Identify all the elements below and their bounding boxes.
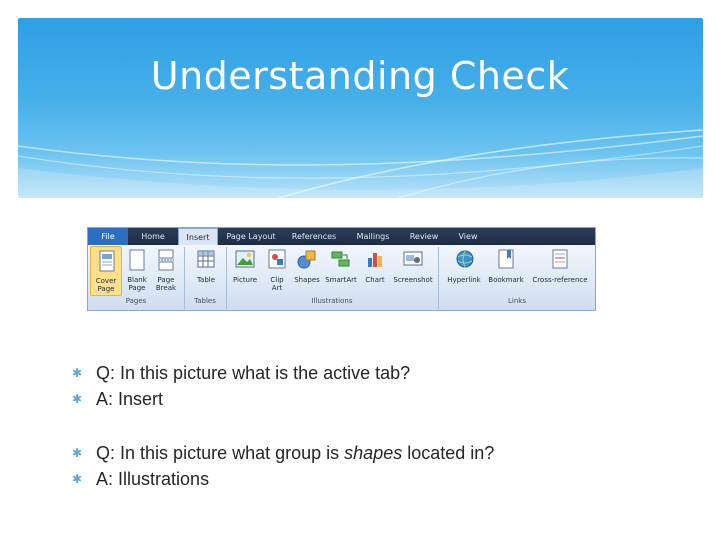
smartart-button[interactable]: SmartArt [322, 246, 360, 296]
smartart-icon [331, 251, 350, 267]
shapes-icon [297, 250, 316, 269]
asterisk-bullet-icon: ✱ [72, 366, 83, 380]
page-break-label-2: Break [155, 284, 177, 292]
answer-label: A: [96, 469, 114, 489]
slide-title: Understanding Check [150, 54, 570, 98]
hyperlink-label: Hyperlink [447, 276, 481, 284]
clip-art-label-1: Clip [270, 276, 284, 284]
cross-reference-button[interactable]: Cross-reference [528, 246, 592, 296]
answer-label: A: [96, 389, 114, 409]
shapes-label: Shapes [294, 276, 320, 284]
group-label-tables: Tables [194, 297, 216, 305]
question-text-start: In this picture what group is [120, 443, 340, 463]
clip-art-button[interactable]: Clip Art [263, 246, 291, 296]
blank-page-icon [129, 249, 145, 271]
page-break-label-1: Page [157, 276, 175, 284]
asterisk-bullet-icon: ✱ [72, 392, 83, 406]
clip-art-icon [268, 249, 286, 269]
screenshot-button[interactable]: Screenshot [390, 246, 436, 296]
chart-icon [368, 253, 382, 267]
chart-button[interactable]: Chart [361, 246, 389, 296]
cover-page-button[interactable]: Cover Page [90, 246, 122, 296]
page-break-button[interactable]: Page Break [152, 246, 180, 296]
page-break-icon [158, 249, 174, 271]
clip-art-label-2: Art [271, 284, 283, 292]
cover-page-label-2: Page [97, 285, 115, 293]
table-icon [197, 250, 215, 268]
title-banner [18, 18, 703, 198]
question-text-end: located in? [407, 443, 495, 463]
question-text: In this picture what is the active tab? [120, 363, 411, 383]
cross-reference-icon [552, 249, 568, 269]
word-ribbon-screenshot: File Home Insert Page Layout References … [87, 227, 596, 311]
cover-page-icon [99, 250, 115, 272]
smartart-label: SmartArt [325, 276, 357, 284]
picture-button[interactable]: Picture [228, 246, 262, 296]
group-label-pages: Pages [125, 297, 147, 305]
hyperlink-button[interactable]: Hyperlink [444, 246, 484, 296]
picture-label: Picture [232, 276, 258, 284]
tab-references[interactable]: References [286, 228, 342, 245]
bookmark-label: Bookmark [488, 276, 524, 284]
ribbon-tab-bar: File Home Insert Page Layout References … [88, 228, 595, 245]
question-label: Q: [96, 363, 116, 383]
insert-tab-panel: Cover Page Blank Page Page Break Pages T… [88, 245, 595, 310]
screenshot-icon [403, 251, 423, 266]
group-label-links: Links [508, 297, 526, 305]
tab-home[interactable]: Home [132, 228, 174, 245]
answer-text: Illustrations [118, 469, 210, 489]
question-emphasis: shapes [344, 443, 403, 463]
table-label: Table [196, 276, 216, 284]
asterisk-bullet-icon: ✱ [72, 472, 83, 486]
cover-page-label-1: Cover [95, 277, 117, 285]
tab-mailings[interactable]: Mailings [350, 228, 396, 245]
banner-swoosh-decoration [18, 129, 703, 198]
tab-view[interactable]: View [450, 228, 486, 245]
chart-label: Chart [365, 276, 385, 284]
asterisk-bullet-icon: ✱ [72, 446, 83, 460]
answer-text: Insert [118, 389, 164, 409]
cross-reference-label: Cross-reference [532, 276, 588, 284]
question-label: Q: [96, 443, 116, 463]
tab-insert[interactable]: Insert [178, 228, 218, 245]
blank-page-button[interactable]: Blank Page [124, 246, 150, 296]
picture-icon [235, 250, 255, 268]
tab-page-layout[interactable]: Page Layout [222, 228, 280, 245]
bookmark-icon [498, 249, 514, 269]
blank-page-label-2: Page [128, 284, 146, 292]
bookmark-button[interactable]: Bookmark [486, 246, 526, 296]
shapes-button[interactable]: Shapes [292, 246, 322, 296]
group-label-illustrations: Illustrations [311, 297, 353, 305]
tab-file[interactable]: File [88, 228, 128, 245]
hyperlink-globe-icon [456, 250, 474, 268]
screenshot-label: Screenshot [393, 276, 433, 284]
blank-page-label-1: Blank [127, 276, 147, 284]
tab-review[interactable]: Review [402, 228, 446, 245]
table-button[interactable]: Table [188, 246, 224, 296]
